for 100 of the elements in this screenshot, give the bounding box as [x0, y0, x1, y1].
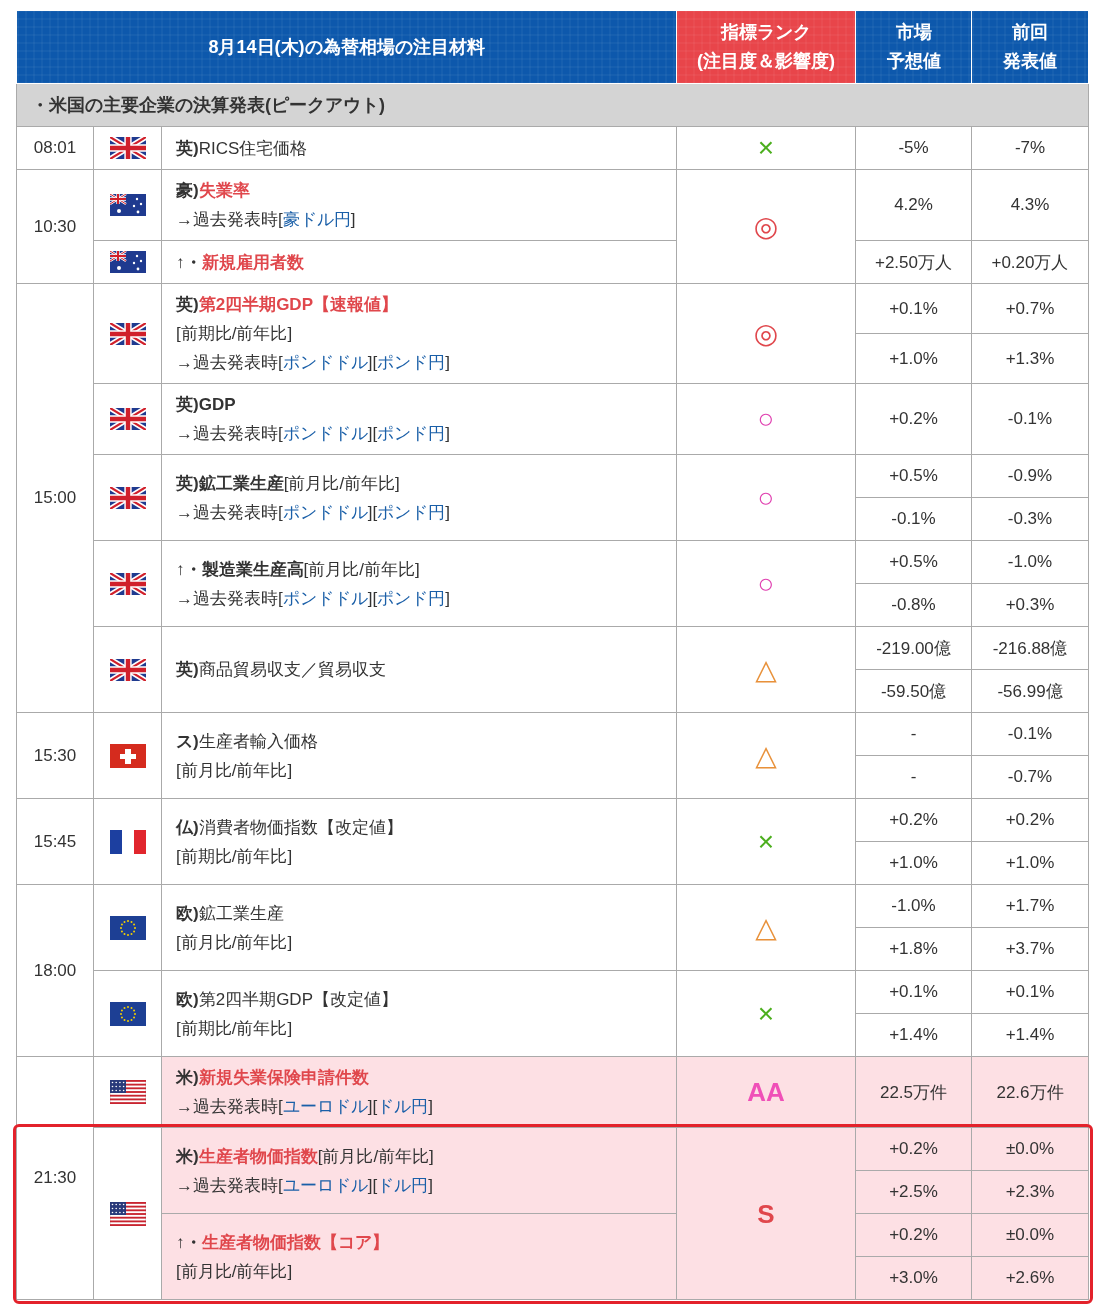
time-cell: 15:00 — [16, 283, 94, 713]
rank-mark: AA — [747, 1076, 785, 1108]
indicator-detail: [前期比/前年比] — [176, 323, 293, 345]
currency-pair-link[interactable]: ユーロドル — [282, 1097, 368, 1116]
section-heading: ・米国の主要企業の決算発表(ピークアウト) — [16, 83, 1089, 127]
indicator-name: 英)鉱工業生産[前月比/前年比] — [176, 472, 400, 495]
previous-cell: +0.7% — [971, 283, 1089, 334]
forecast-cell: +2.50万人 — [855, 240, 972, 284]
forecast-cell: +3.0% — [855, 1256, 972, 1300]
previous-cell: +1.0% — [971, 841, 1089, 885]
forecast-cell: +0.2% — [855, 383, 972, 455]
rank-mark: △ — [755, 911, 777, 944]
currency-pair-link[interactable]: ユーロドル — [282, 1175, 368, 1195]
indicator-detail: [前月比/前年比] — [176, 1260, 293, 1283]
previous-cell: +3.7% — [971, 927, 1089, 971]
forecast-cell: +0.2% — [855, 1213, 972, 1257]
indicator-detail: [前期比/前年比] — [176, 845, 293, 868]
previous-cell: -0.9% — [971, 454, 1089, 498]
previous-cell: 4.3% — [971, 169, 1089, 241]
indicator-detail: [前月比/前年比] — [176, 759, 293, 782]
forecast-cell: +1.8% — [855, 927, 972, 971]
currency-pair-link[interactable]: ポンド円 — [377, 424, 446, 443]
forecast-cell: +1.0% — [855, 841, 972, 885]
forecast-cell: 22.5万件 — [855, 1056, 972, 1128]
indicator-name: ↑・製造業生産高[前月比/前年比] — [176, 558, 420, 581]
forecast-cell: -219.00億 — [855, 626, 972, 670]
currency-pair-link[interactable]: ポンドドル — [282, 424, 368, 443]
currency-pair-link[interactable]: ポンド円 — [377, 588, 446, 608]
previous-cell: +0.1% — [971, 970, 1089, 1014]
indicator-detail: →過去発表時[ポンドドル][ポンド円] — [176, 501, 450, 524]
forecast-cell: +0.1% — [855, 283, 972, 334]
forecast-cell: -0.8% — [855, 583, 972, 627]
previous-cell: -1.0% — [971, 540, 1089, 584]
previous-cell: ±0.0% — [971, 1127, 1089, 1171]
indicator-name: 英)GDP — [176, 394, 236, 416]
forecast-cell: -5% — [855, 126, 972, 170]
time-cell: 21:30 — [16, 1056, 94, 1300]
previous-cell: -56.99億 — [971, 669, 1089, 713]
previous-cell: -0.1% — [971, 712, 1089, 756]
previous-cell: +0.20万人 — [971, 240, 1089, 284]
previous-cell: -0.3% — [971, 497, 1089, 541]
indicator-detail: →過去発表時[ポンドドル][ポンド円] — [176, 587, 450, 610]
table-title: 8月14日(木)の為替相場の注目材料 — [16, 10, 677, 84]
indicator-detail: →過去発表時[豪ドル円] — [176, 209, 356, 231]
forecast-cell: -59.50億 — [855, 669, 972, 713]
forecast-cell: 4.2% — [855, 169, 972, 241]
currency-pair-link[interactable]: ポンドドル — [282, 353, 368, 372]
previous-cell: -0.1% — [971, 383, 1089, 455]
indicator-detail: →過去発表時[ポンドドル][ポンド円] — [176, 352, 450, 374]
indicator-name: ス)生産者輸入価格 — [176, 730, 318, 753]
forecast-cell: -0.1% — [855, 497, 972, 541]
indicator-name: ↑・新規雇用者数 — [176, 251, 304, 274]
forecast-cell: +0.2% — [855, 1127, 972, 1171]
currency-pair-link[interactable]: 豪ドル円 — [282, 210, 351, 229]
previous-cell: +0.3% — [971, 583, 1089, 627]
previous-cell: +2.6% — [971, 1256, 1089, 1300]
currency-pair-link[interactable]: ドル円 — [377, 1097, 429, 1116]
previous-cell: -7% — [971, 126, 1089, 170]
rank-mark: × — [757, 132, 775, 164]
rank-mark: × — [757, 825, 775, 858]
currency-pair-link[interactable]: ポンド円 — [377, 502, 446, 522]
indicator-name: 英)RICS住宅価格 — [176, 137, 308, 160]
rank-mark: ○ — [757, 567, 775, 600]
column-header: 指標ランク (注目度＆影響度) — [676, 10, 856, 84]
forecast-cell: - — [855, 755, 972, 799]
time-cell: 15:45 — [16, 798, 94, 885]
indicator-name: ↑・生産者物価指数【コア】 — [176, 1231, 389, 1254]
indicator-name: 欧)鉱工業生産 — [176, 902, 284, 925]
time-cell: 08:01 — [16, 126, 94, 170]
currency-pair-link[interactable]: ドル円 — [377, 1175, 429, 1195]
rank-mark: × — [757, 997, 775, 1030]
time-cell: 15:30 — [16, 712, 94, 799]
rank-mark: ○ — [757, 481, 775, 514]
forecast-cell: +0.2% — [855, 798, 972, 842]
forecast-cell: +0.5% — [855, 540, 972, 584]
indicator-name: 米)生産者物価指数[前月比/前年比] — [176, 1145, 434, 1168]
currency-pair-link[interactable]: ポンド円 — [377, 353, 446, 372]
time-cell: 18:00 — [16, 884, 94, 1057]
indicator-name: 豪)失業率 — [176, 180, 250, 202]
previous-cell: +1.7% — [971, 884, 1089, 928]
forecast-cell: - — [855, 712, 972, 756]
forecast-cell: +1.0% — [855, 333, 972, 384]
column-header: 市場 予想値 — [855, 10, 972, 84]
indicator-name: 欧)第2四半期GDP【改定値】 — [176, 988, 398, 1011]
forecast-cell: -1.0% — [855, 884, 972, 928]
rank-mark: ○ — [757, 403, 775, 435]
indicator-name: 仏)消費者物価指数【改定値】 — [176, 816, 403, 839]
indicator-detail: →過去発表時[ユーロドル][ドル円] — [176, 1096, 433, 1118]
rank-mark: △ — [755, 739, 777, 772]
currency-pair-link[interactable]: ポンドドル — [282, 502, 368, 522]
indicator-detail: [前期比/前年比] — [176, 1017, 293, 1040]
column-header: 前回 発表値 — [971, 10, 1089, 84]
currency-pair-link[interactable]: ポンドドル — [282, 588, 368, 608]
previous-cell: ±0.0% — [971, 1213, 1089, 1257]
previous-cell: +1.4% — [971, 1013, 1089, 1057]
rank-mark: S — [757, 1197, 775, 1230]
previous-cell: -216.88億 — [971, 626, 1089, 670]
rank-mark: ◎ — [753, 317, 779, 350]
time-cell: 10:30 — [16, 169, 94, 284]
indicator-name: 英)第2四半期GDP【速報値】 — [176, 294, 398, 316]
